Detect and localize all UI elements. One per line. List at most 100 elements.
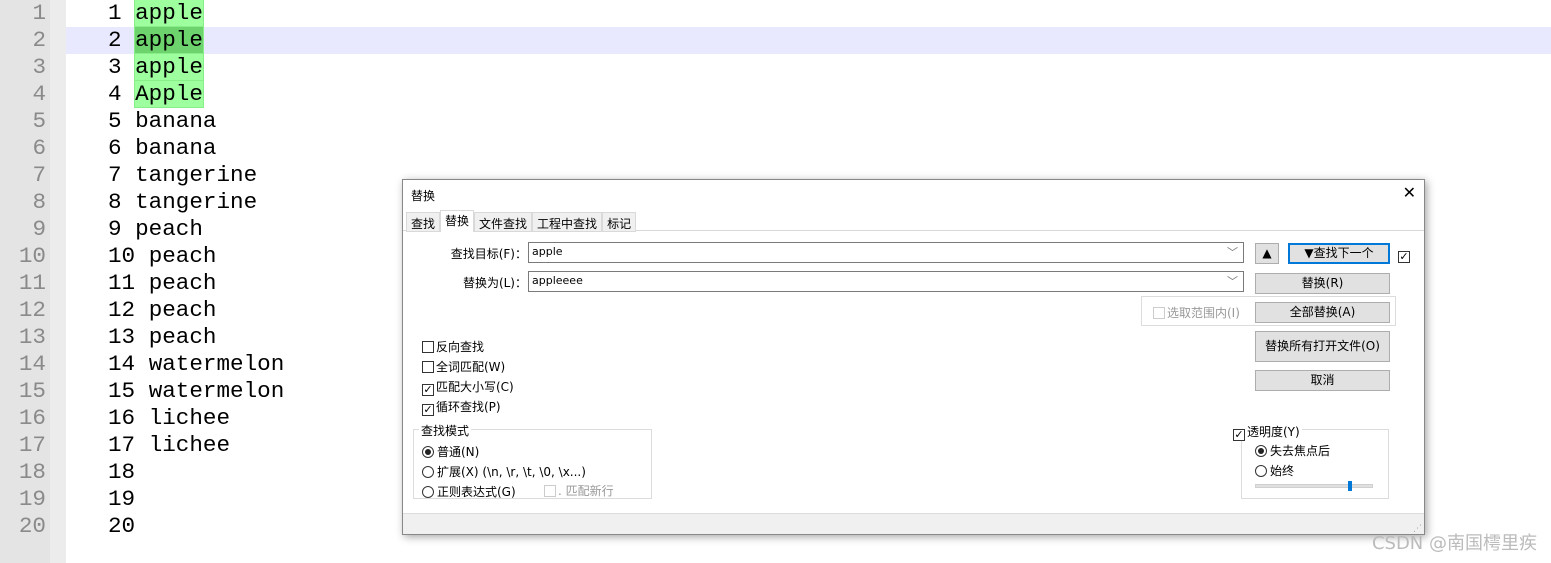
line-text-number: 15 xyxy=(108,378,136,404)
find-next-button[interactable]: ▼查找下一个 xyxy=(1288,243,1390,264)
line-text-number: 14 xyxy=(108,351,136,377)
line-text: peach xyxy=(148,243,217,269)
radio-circle xyxy=(422,486,434,498)
transparency-slider[interactable] xyxy=(1255,481,1373,491)
checkbox-box: ✓ xyxy=(422,403,434,416)
options-list: 反向查找 全词匹配(W) ✓ 匹配大小写(C) ✓ 循环查找(P) xyxy=(422,338,514,418)
chevron-down-icon[interactable]: ﹀ xyxy=(1227,244,1238,260)
line-text: banana xyxy=(135,108,217,134)
code-line[interactable]: 1 apple xyxy=(66,0,1551,27)
code-line[interactable]: 3 apple xyxy=(66,53,1551,81)
line-text-number: 18 xyxy=(108,459,136,485)
line-number: 15 xyxy=(18,378,46,404)
line-number: 9 xyxy=(32,216,46,242)
line-number: 19 xyxy=(18,486,46,512)
line-number: 20 xyxy=(18,513,46,539)
option-checkbox[interactable]: ✓ 匹配大小写(C) xyxy=(422,378,514,398)
find-value: apple xyxy=(532,245,563,258)
line-number: 2 xyxy=(32,27,46,53)
tab-1[interactable]: 替换 xyxy=(440,210,475,232)
transparency-mode-label: 失去焦点后 xyxy=(1270,444,1331,458)
mode-label: 扩展(X) (\n, \r, \t, \0, \x...) xyxy=(437,465,586,479)
cancel-button[interactable]: 取消 xyxy=(1255,370,1390,391)
in-selection-checkbox[interactable]: 选取范围内(I) xyxy=(1153,304,1240,321)
line-text-number: 13 xyxy=(108,324,136,350)
line-number: 11 xyxy=(18,270,46,296)
option-label: 全词匹配(W) xyxy=(436,360,506,374)
checkbox-box: ✓ xyxy=(1233,428,1245,441)
tab-0[interactable]: 查找 xyxy=(406,212,441,232)
line-number: 6 xyxy=(32,135,46,161)
checkbox-box xyxy=(544,485,556,497)
fold-margin xyxy=(50,0,66,563)
radio-circle xyxy=(422,446,434,458)
transparency-checkbox[interactable]: ✓ 透明度(Y) xyxy=(1233,423,1302,441)
line-number: 5 xyxy=(32,108,46,134)
find-previous-button[interactable]: ▲ xyxy=(1255,243,1279,264)
radio-circle xyxy=(1255,465,1267,477)
radio-circle xyxy=(422,466,434,478)
line-text-number: 19 xyxy=(108,486,136,512)
line-text-number: 7 xyxy=(108,162,122,188)
line-number: 10 xyxy=(18,243,46,269)
dialog-title: 替换 xyxy=(411,189,436,203)
line-text-number: 6 xyxy=(108,135,122,161)
replace-all-button[interactable]: 全部替换(A) xyxy=(1255,302,1390,323)
code-line[interactable]: 6 banana xyxy=(66,135,1551,162)
checkbox-box xyxy=(1153,307,1165,319)
slider-thumb[interactable] xyxy=(1348,481,1353,491)
tab-3[interactable]: 工程中查找 xyxy=(532,212,603,232)
mode-label: 普通(N) xyxy=(437,445,480,459)
line-text-number: 5 xyxy=(108,108,122,134)
dot-newline-checkbox[interactable]: . 匹配新行 xyxy=(544,482,614,499)
line-text: tangerine xyxy=(135,189,258,215)
find-next-checkbox[interactable]: ✓ xyxy=(1398,251,1410,263)
tab-4[interactable]: 标记 xyxy=(602,212,637,232)
line-text: peach xyxy=(148,324,217,350)
replace-input[interactable]: appleeee ﹀ xyxy=(528,271,1244,292)
line-text: peach xyxy=(135,216,203,242)
find-input[interactable]: apple ﹀ xyxy=(528,242,1244,263)
line-number: 18 xyxy=(18,459,46,485)
checkbox-box xyxy=(422,341,434,353)
transparency-radio[interactable]: 始终 xyxy=(1255,462,1330,482)
line-text: peach xyxy=(148,270,217,296)
code-line[interactable]: 2 apple xyxy=(66,26,1551,54)
search-match: apple xyxy=(134,0,204,27)
tab-bar: 查找 替换 文件查找 工程中查找 标记 xyxy=(406,210,637,232)
mode-radio[interactable]: 扩展(X) (\n, \r, \t, \0, \x...) xyxy=(422,463,586,483)
replace-button[interactable]: 替换(R) xyxy=(1255,273,1390,294)
tab-2[interactable]: 文件查找 xyxy=(474,212,533,232)
status-bar: ⋰ xyxy=(403,513,1424,534)
option-label: 循环查找(P) xyxy=(436,400,501,414)
option-checkbox[interactable]: 全词匹配(W) xyxy=(422,358,514,378)
replace-all-open-files-button[interactable]: 替换所有打开文件(O) xyxy=(1255,331,1390,362)
line-text: watermelon xyxy=(148,378,285,404)
checkbox-box: ✓ xyxy=(422,383,434,396)
checkbox-box xyxy=(422,361,434,373)
close-icon[interactable]: ✕ xyxy=(1403,183,1416,202)
line-number: 16 xyxy=(18,405,46,431)
transparency-mode-label: 始终 xyxy=(1270,464,1295,478)
mode-radio[interactable]: 普通(N) xyxy=(422,443,586,463)
line-text: banana xyxy=(135,135,217,161)
line-text: lichee xyxy=(148,405,231,431)
line-text-number: 10 xyxy=(108,243,136,269)
line-text-number: 1 xyxy=(108,0,122,26)
radio-circle xyxy=(1255,445,1267,457)
code-line[interactable]: 4 Apple xyxy=(66,80,1551,108)
line-number: 3 xyxy=(32,54,46,80)
line-number: 4 xyxy=(32,81,46,107)
line-number: 1 xyxy=(32,0,46,26)
mode-label: 正则表达式(G) xyxy=(437,485,516,499)
line-number: 17 xyxy=(18,432,46,458)
option-checkbox[interactable]: ✓ 循环查找(P) xyxy=(422,398,514,418)
in-selection-label: 选取范围内(I) xyxy=(1167,306,1240,320)
transparency-radio[interactable]: 失去焦点后 xyxy=(1255,442,1330,462)
code-line[interactable]: 5 banana xyxy=(66,108,1551,135)
line-text-number: 9 xyxy=(108,216,122,242)
line-text-number: 17 xyxy=(108,432,136,458)
option-checkbox[interactable]: 反向查找 xyxy=(422,338,514,358)
chevron-down-icon[interactable]: ﹀ xyxy=(1227,273,1238,289)
line-text-number: 20 xyxy=(108,513,136,539)
